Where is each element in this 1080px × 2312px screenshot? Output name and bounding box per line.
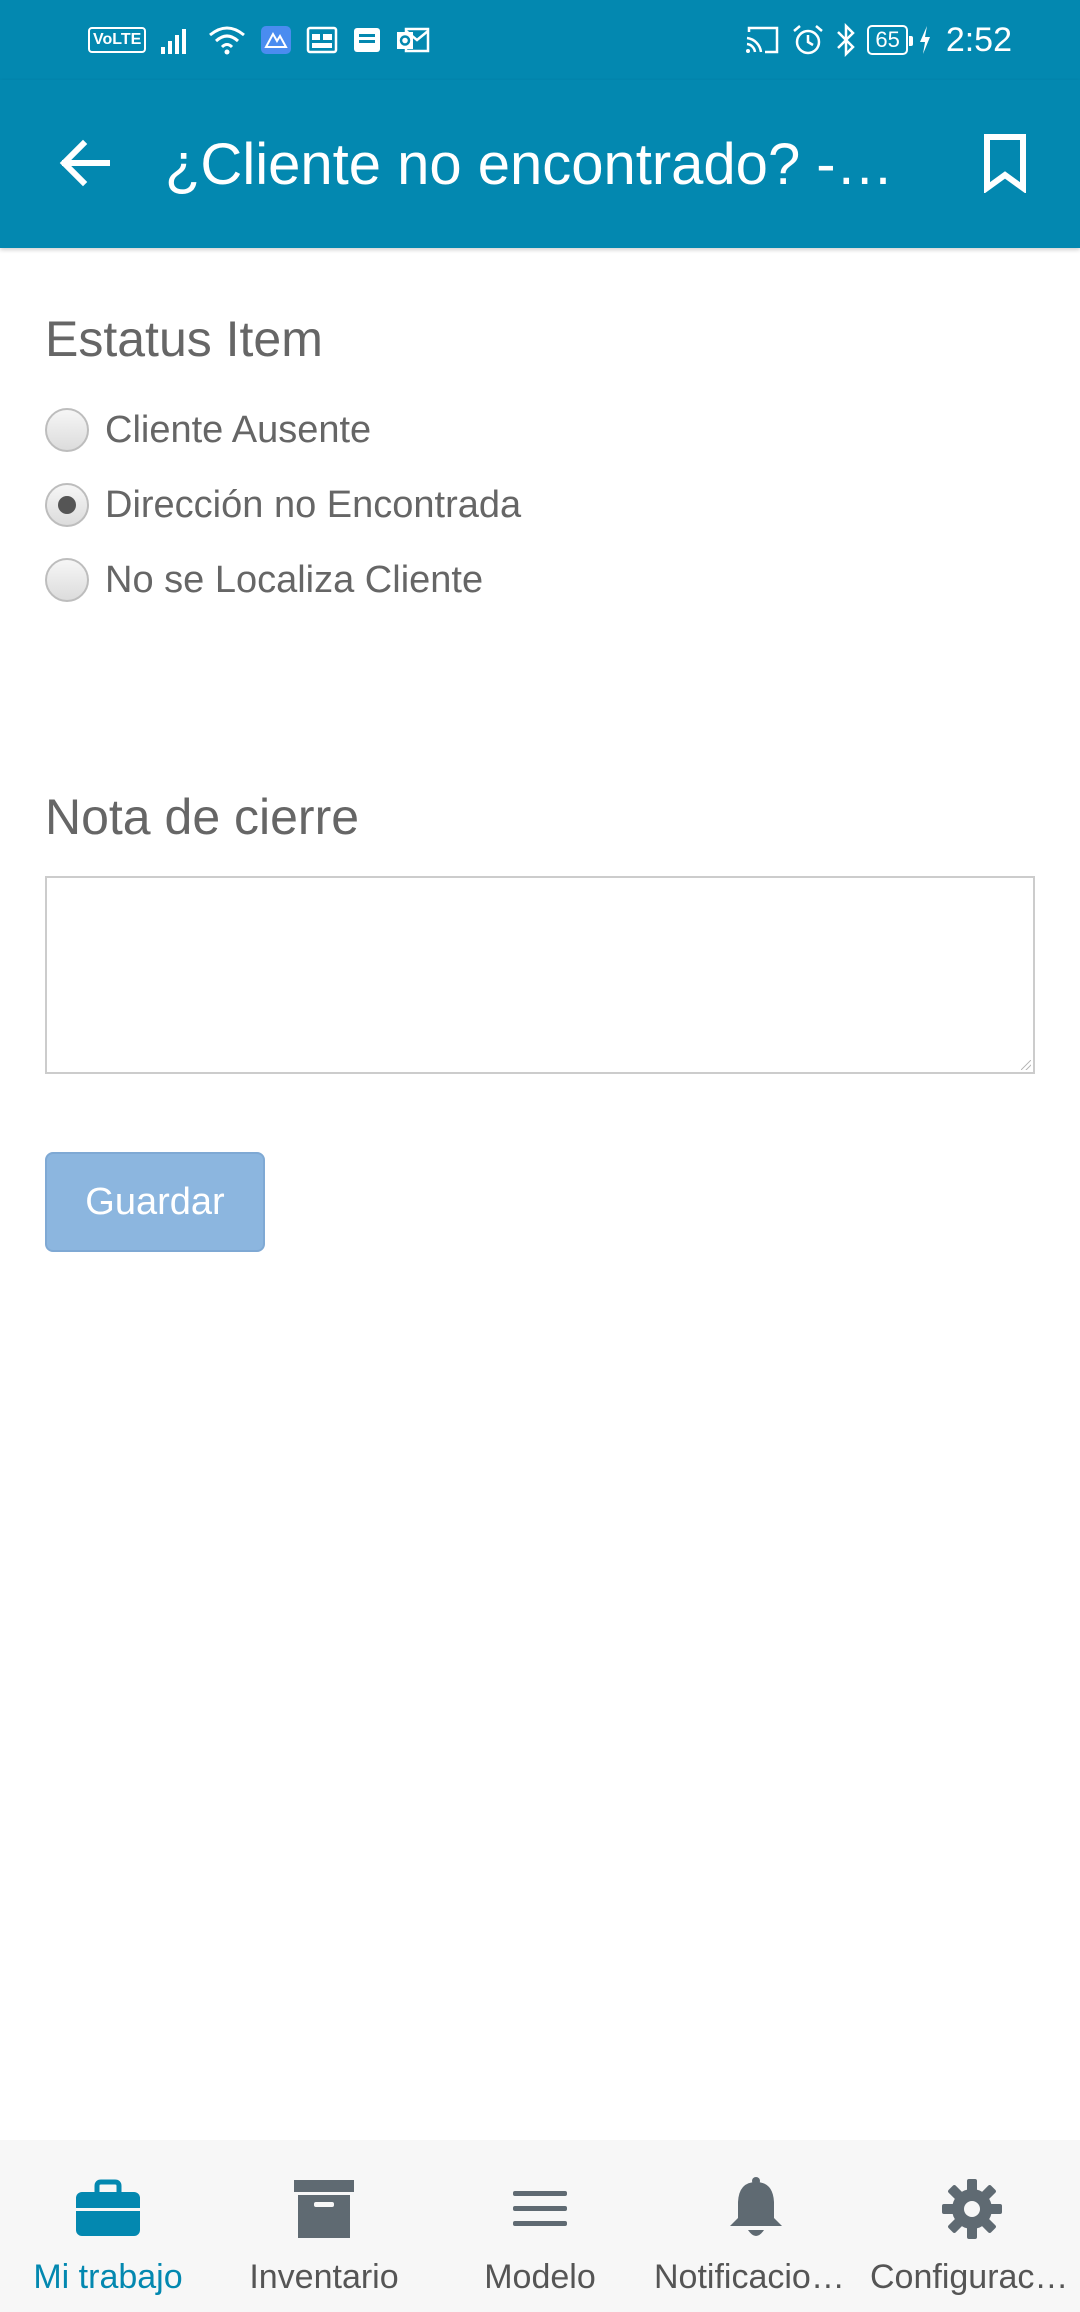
app-bar: ¿Cliente no encontrado? - Cliente no enc… <box>0 80 1080 248</box>
note-section-title: Nota de cierre <box>45 789 360 845</box>
nav-item-modelo[interactable]: Modelo <box>432 2140 648 2312</box>
message-notification-icon <box>352 25 382 55</box>
volte-icon: VoLTE <box>88 27 147 53</box>
charging-icon <box>918 25 932 55</box>
alarm-icon <box>791 23 825 57</box>
outlook-notification-icon <box>396 25 430 55</box>
nav-label: Notificaciones <box>654 2258 864 2296</box>
radio-label: Cliente Ausente <box>105 408 372 451</box>
bluetooth-icon <box>835 23 857 57</box>
radio-option-direccion-no-encontrada[interactable]: Dirección no Encontrada <box>45 475 521 535</box>
cast-icon <box>745 24 781 56</box>
bottom-navigation: Mi trabajo Inventario Modelo Notificacio… <box>0 2140 1080 2312</box>
status-left-icons: VoLTE <box>88 22 430 58</box>
clock: 2:52 <box>945 20 1012 59</box>
archive-icon <box>216 2174 432 2244</box>
radio-label: Dirección no Encontrada <box>105 483 522 526</box>
closing-note-textarea[interactable] <box>45 876 1035 1074</box>
menu-icon <box>432 2174 648 2244</box>
status-section-title: Estatus Item <box>45 311 323 367</box>
radio-button-selected[interactable] <box>45 483 89 527</box>
app-notification-icon <box>260 25 292 55</box>
signal-icon <box>160 25 194 55</box>
nav-label: Inventario <box>249 2258 399 2296</box>
bookmark-button[interactable] <box>970 128 1040 198</box>
gear-icon <box>864 2174 1080 2244</box>
radio-label: No se Localiza Cliente <box>105 558 484 601</box>
nav-item-configuracion[interactable]: Configuración <box>864 2140 1080 2312</box>
battery-icon: 65 <box>867 25 914 55</box>
nav-label: Modelo <box>484 2258 596 2296</box>
radio-option-cliente-ausente[interactable]: Cliente Ausente <box>45 400 371 460</box>
nav-label: Mi trabajo <box>33 2258 183 2296</box>
briefcase-icon <box>0 2174 216 2244</box>
nav-item-mi-trabajo[interactable]: Mi trabajo <box>0 2140 216 2312</box>
status-bar: VoLTE 65 2:52 <box>0 0 1080 80</box>
calendar-notification-icon <box>306 25 338 55</box>
wifi-icon <box>208 25 246 55</box>
save-button[interactable]: Guardar <box>45 1152 265 1252</box>
page-title: ¿Cliente no encontrado? - Cliente no enc… <box>165 132 895 197</box>
radio-button[interactable] <box>45 558 89 602</box>
radio-option-no-se-localiza-cliente[interactable]: No se Localiza Cliente <box>45 550 483 610</box>
status-right-icons: 65 2:52 <box>745 18 1012 62</box>
bell-icon <box>648 2174 864 2244</box>
radio-button[interactable] <box>45 408 89 452</box>
bookmark-icon <box>984 134 1026 193</box>
arrow-back-icon <box>59 139 110 187</box>
nav-item-inventario[interactable]: Inventario <box>216 2140 432 2312</box>
nav-item-notificaciones[interactable]: Notificaciones <box>648 2140 864 2312</box>
back-button[interactable] <box>50 128 120 198</box>
nav-label: Configuración <box>870 2258 1080 2296</box>
